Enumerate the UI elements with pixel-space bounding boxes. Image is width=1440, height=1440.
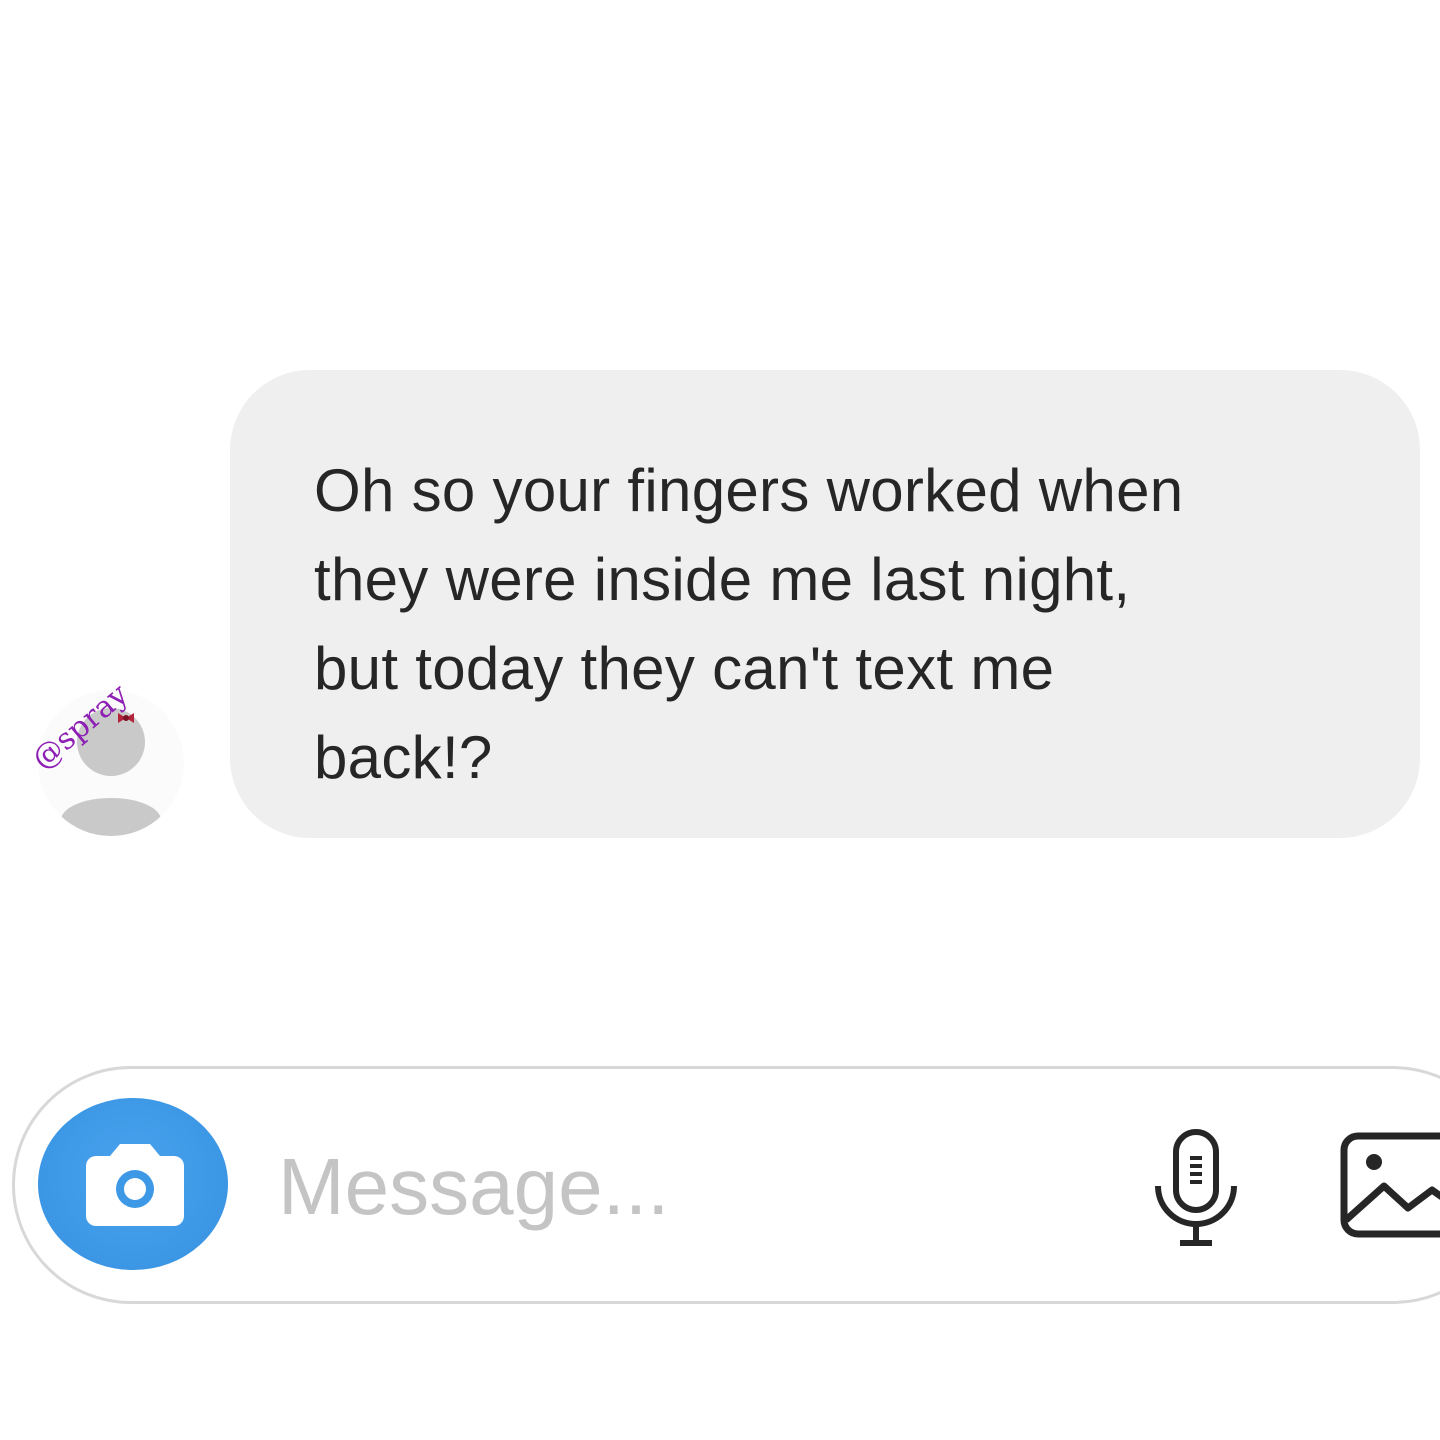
chat-screen: @spray Oh so your fingers worked when th… — [0, 0, 1440, 1440]
message-line: back!? — [314, 724, 493, 791]
microphone-icon — [1155, 1129, 1237, 1246]
gallery-button[interactable] — [1336, 1128, 1440, 1242]
microphone-button[interactable] — [1146, 1124, 1246, 1254]
camera-button[interactable] — [38, 1098, 228, 1270]
camera-icon — [86, 1144, 184, 1226]
message-line: Oh so your fingers worked when — [314, 457, 1184, 524]
message-text: Oh so your fingers worked when they were… — [314, 446, 1380, 802]
image-gallery-icon — [1340, 1132, 1440, 1238]
message-input[interactable] — [278, 1142, 1078, 1232]
message-line: they were inside me last night, — [314, 546, 1131, 613]
received-message-bubble[interactable]: Oh so your fingers worked when they were… — [230, 370, 1420, 838]
message-line: but today they can't text me — [314, 635, 1055, 702]
